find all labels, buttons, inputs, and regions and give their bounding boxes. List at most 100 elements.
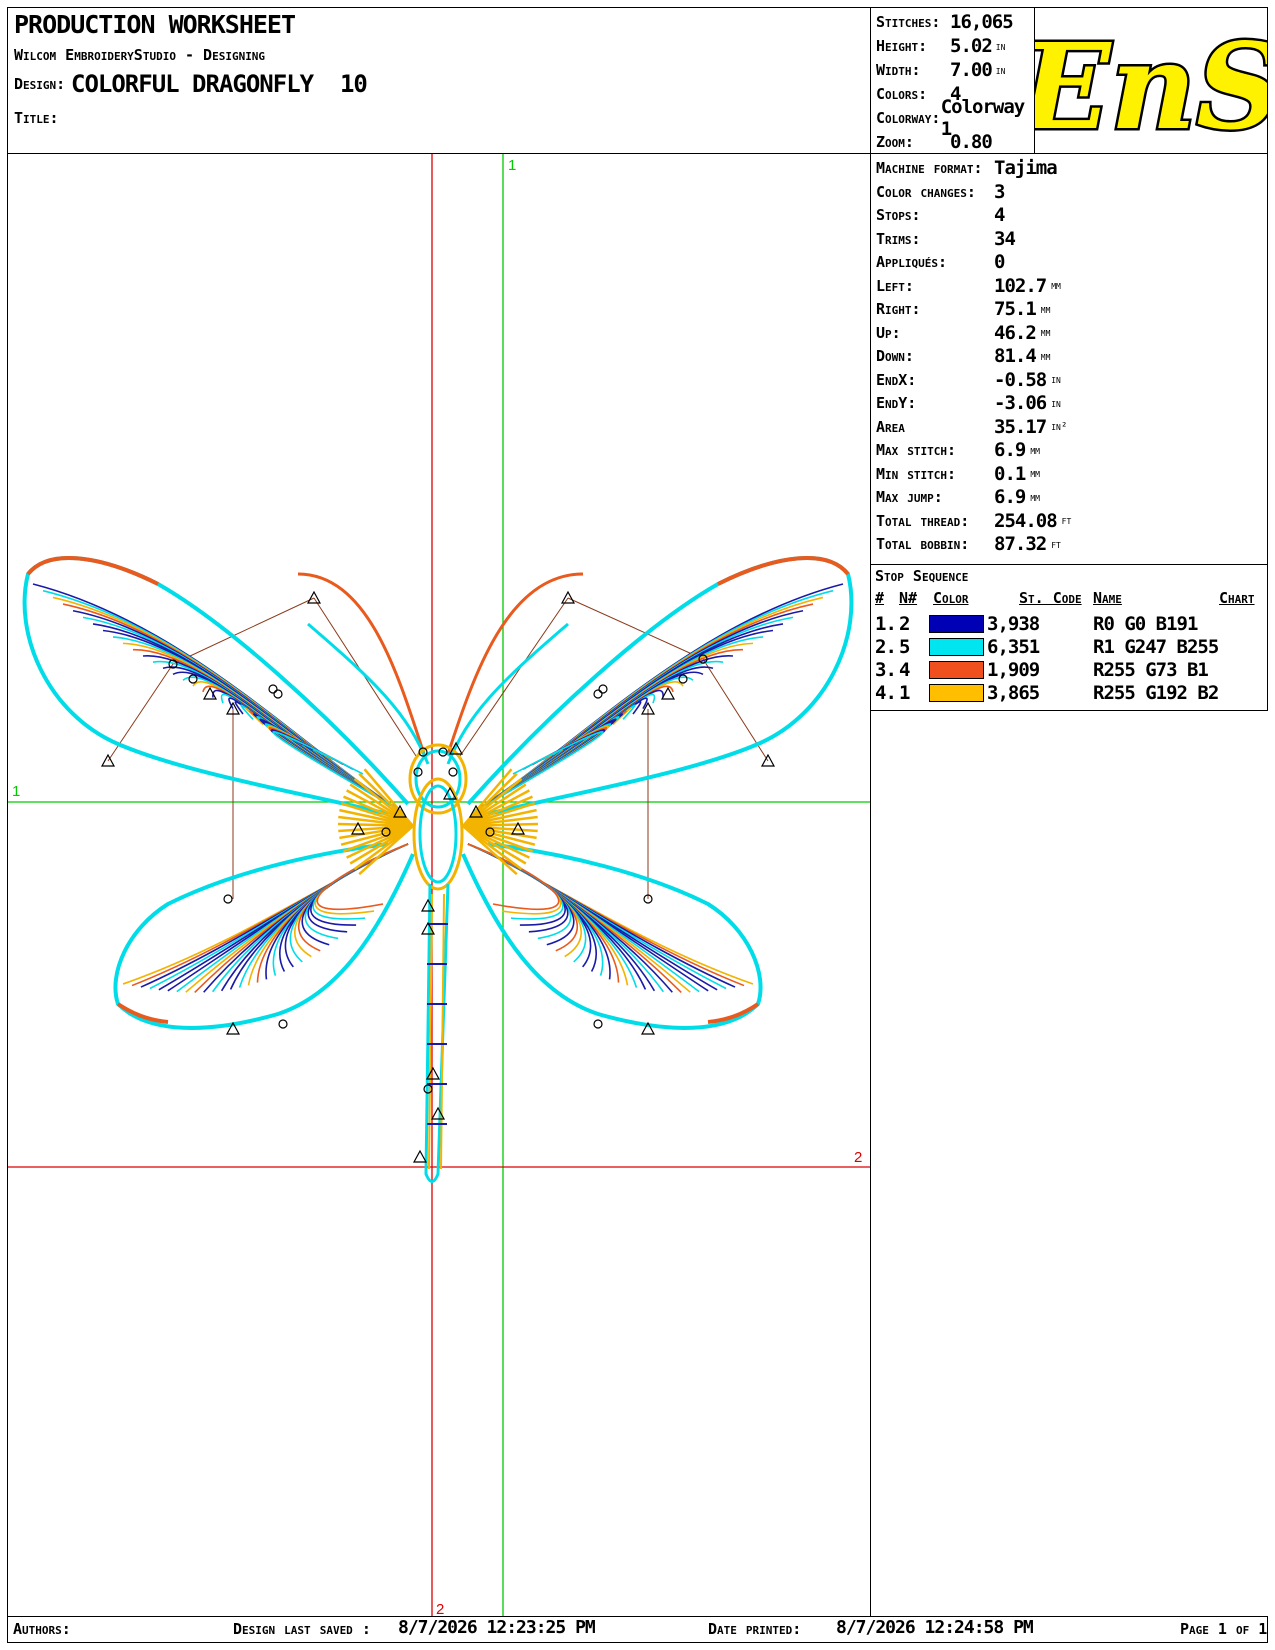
detail-value: 254.08 [994,509,1058,532]
stop-row: 1. 2 3,938 R0 G0 B191 [871,613,1267,637]
detail-value: -0.58 [994,368,1047,391]
detail-row: Down: 81.4 mm [876,344,1256,368]
detail-label: Max jump: [876,488,943,506]
detail-value: 46.2 [994,321,1037,344]
stitch-marker-circle [278,1019,288,1029]
summary-label: Zoom: [876,133,914,151]
detail-unit: mm [1030,467,1040,480]
stop-name: R255 G73 B1 [1093,659,1209,681]
logo-text: EnS [1035,17,1267,153]
summary-row: Height: 5.02 in [876,34,1036,58]
col-header-n: N# [899,589,918,607]
header-info-box: PRODUCTION WORKSHEET Wilcom EmbroiderySt… [7,7,871,154]
guide-label-right: 2 [854,1149,862,1166]
stop-sequence-box: Stop Sequence # N# Color St. Code Name C… [870,564,1268,711]
summary-label: Colorway: [876,109,941,127]
detail-unit: ft [1051,537,1061,551]
stop-num: 2. [875,636,897,658]
detail-value: 102.7 [994,274,1047,297]
stop-marker-triangle [560,590,576,604]
saved-label: Design last saved : [233,1620,371,1638]
summary-row: Stitches: 16,065 [876,10,1036,34]
ens-logo: EnS [1035,15,1267,154]
wing-stitch-lower-right [467,843,682,993]
detail-row: Color changes: 3 [876,180,1256,204]
detail-row: Total bobbin: 87.32 ft [876,532,1256,556]
detail-label: Up: [876,323,901,342]
stop-num: 1. [875,613,897,635]
worksheet-title: PRODUCTION WORKSHEET [14,10,296,39]
detail-unit: ft [1061,514,1072,527]
wing-stitch-lower-left [194,843,409,993]
stop-sequence-title: Stop Sequence [875,567,969,585]
wing-edge-right [717,556,850,586]
col-header-name: Name [1093,589,1122,607]
saved-value: 8/7/2026 12:23:25 PM [398,1617,596,1638]
printed-label: Date printed: [708,1620,802,1638]
detail-value: 87.32 [994,533,1047,555]
detail-label: Color changes: [876,182,976,201]
jump-connectors [107,597,769,899]
stop-marker-triangle [412,1149,428,1163]
detail-row: Area 35.17 in² [876,415,1256,439]
detail-label: Total bobbin: [876,535,970,553]
detail-unit: mm [1051,279,1061,292]
detail-row: EndX: -0.58 in [876,368,1256,392]
detail-label: Min stitch: [876,464,957,483]
detail-unit: mm [1030,443,1040,457]
detail-label: EndY: [876,394,917,412]
detail-row: EndY: -3.06 in [876,391,1256,415]
detail-row: Machine format: Tajima [876,156,1256,180]
detail-value: 6.9 [994,486,1026,508]
stop-name: R1 G247 B255 [1093,636,1219,658]
dragonfly-body [408,743,468,1183]
summary-label: Height: [876,37,928,55]
stitch-marker-circle [593,689,603,699]
detail-value: 6.9 [994,439,1026,461]
summary-row: Zoom: 0.80 [876,130,1036,154]
detail-label: Machine format: [876,159,983,177]
authors-label: Authors: [13,1620,71,1638]
detail-value: 0 [994,251,1005,273]
stitch-marker-circle [273,689,283,699]
detail-value: -3.06 [994,392,1047,414]
summary-row: Width: 7.00 in [876,58,1036,82]
stop-row: 3. 4 1,909 R255 G73 B1 [871,659,1267,683]
stitch-marker-circle [223,894,233,904]
detail-row: Stops: 4 [876,203,1256,227]
detail-row: Total thread: 254.08 ft [876,509,1256,533]
stop-name: R255 G192 B2 [1093,682,1219,704]
detail-row: Left: 102.7 mm [876,274,1256,298]
logo-box: EnS [1034,7,1268,154]
guide-label-left: 1 [12,783,20,800]
summary-label: Width: [876,61,921,79]
stop-code: 3,938 [987,613,1040,635]
stop-name: R0 G0 B191 [1093,613,1198,635]
detail-unit: mm [1030,490,1040,504]
title-label: Title: [14,109,59,127]
stop-marker-triangle [306,590,322,604]
stop-color-swatch [929,684,984,702]
detail-label: Stops: [876,206,921,224]
detail-row: Right: 75.1 mm [876,297,1256,321]
detail-label: Trims: [876,229,921,248]
stop-color-swatch [929,661,984,679]
footer-bar: Authors: Design last saved : 8/7/2026 12… [7,1616,1268,1643]
stop-marker-triangle [202,686,218,700]
detail-label: Area [876,417,905,436]
guide-label-top: 1 [508,157,516,174]
software-name: Wilcom EmbroideryStudio - Designing [14,46,266,64]
stop-num: 4. [875,682,897,704]
col-header-num: # [875,589,885,607]
detail-value: 75.1 [994,298,1037,320]
summary-label: Colors: [876,85,928,103]
stitch-marker-circle [678,674,688,684]
detail-value: 4 [994,204,1005,226]
stop-code: 3,865 [987,682,1040,704]
stop-n: 5 [899,636,910,658]
detail-label: Max stitch: [876,441,957,459]
detail-value: 35.17 [994,415,1047,438]
summary-value: 5.02 [950,35,993,57]
summary-unit: in [995,63,1006,77]
detail-label: Left: [876,276,914,295]
